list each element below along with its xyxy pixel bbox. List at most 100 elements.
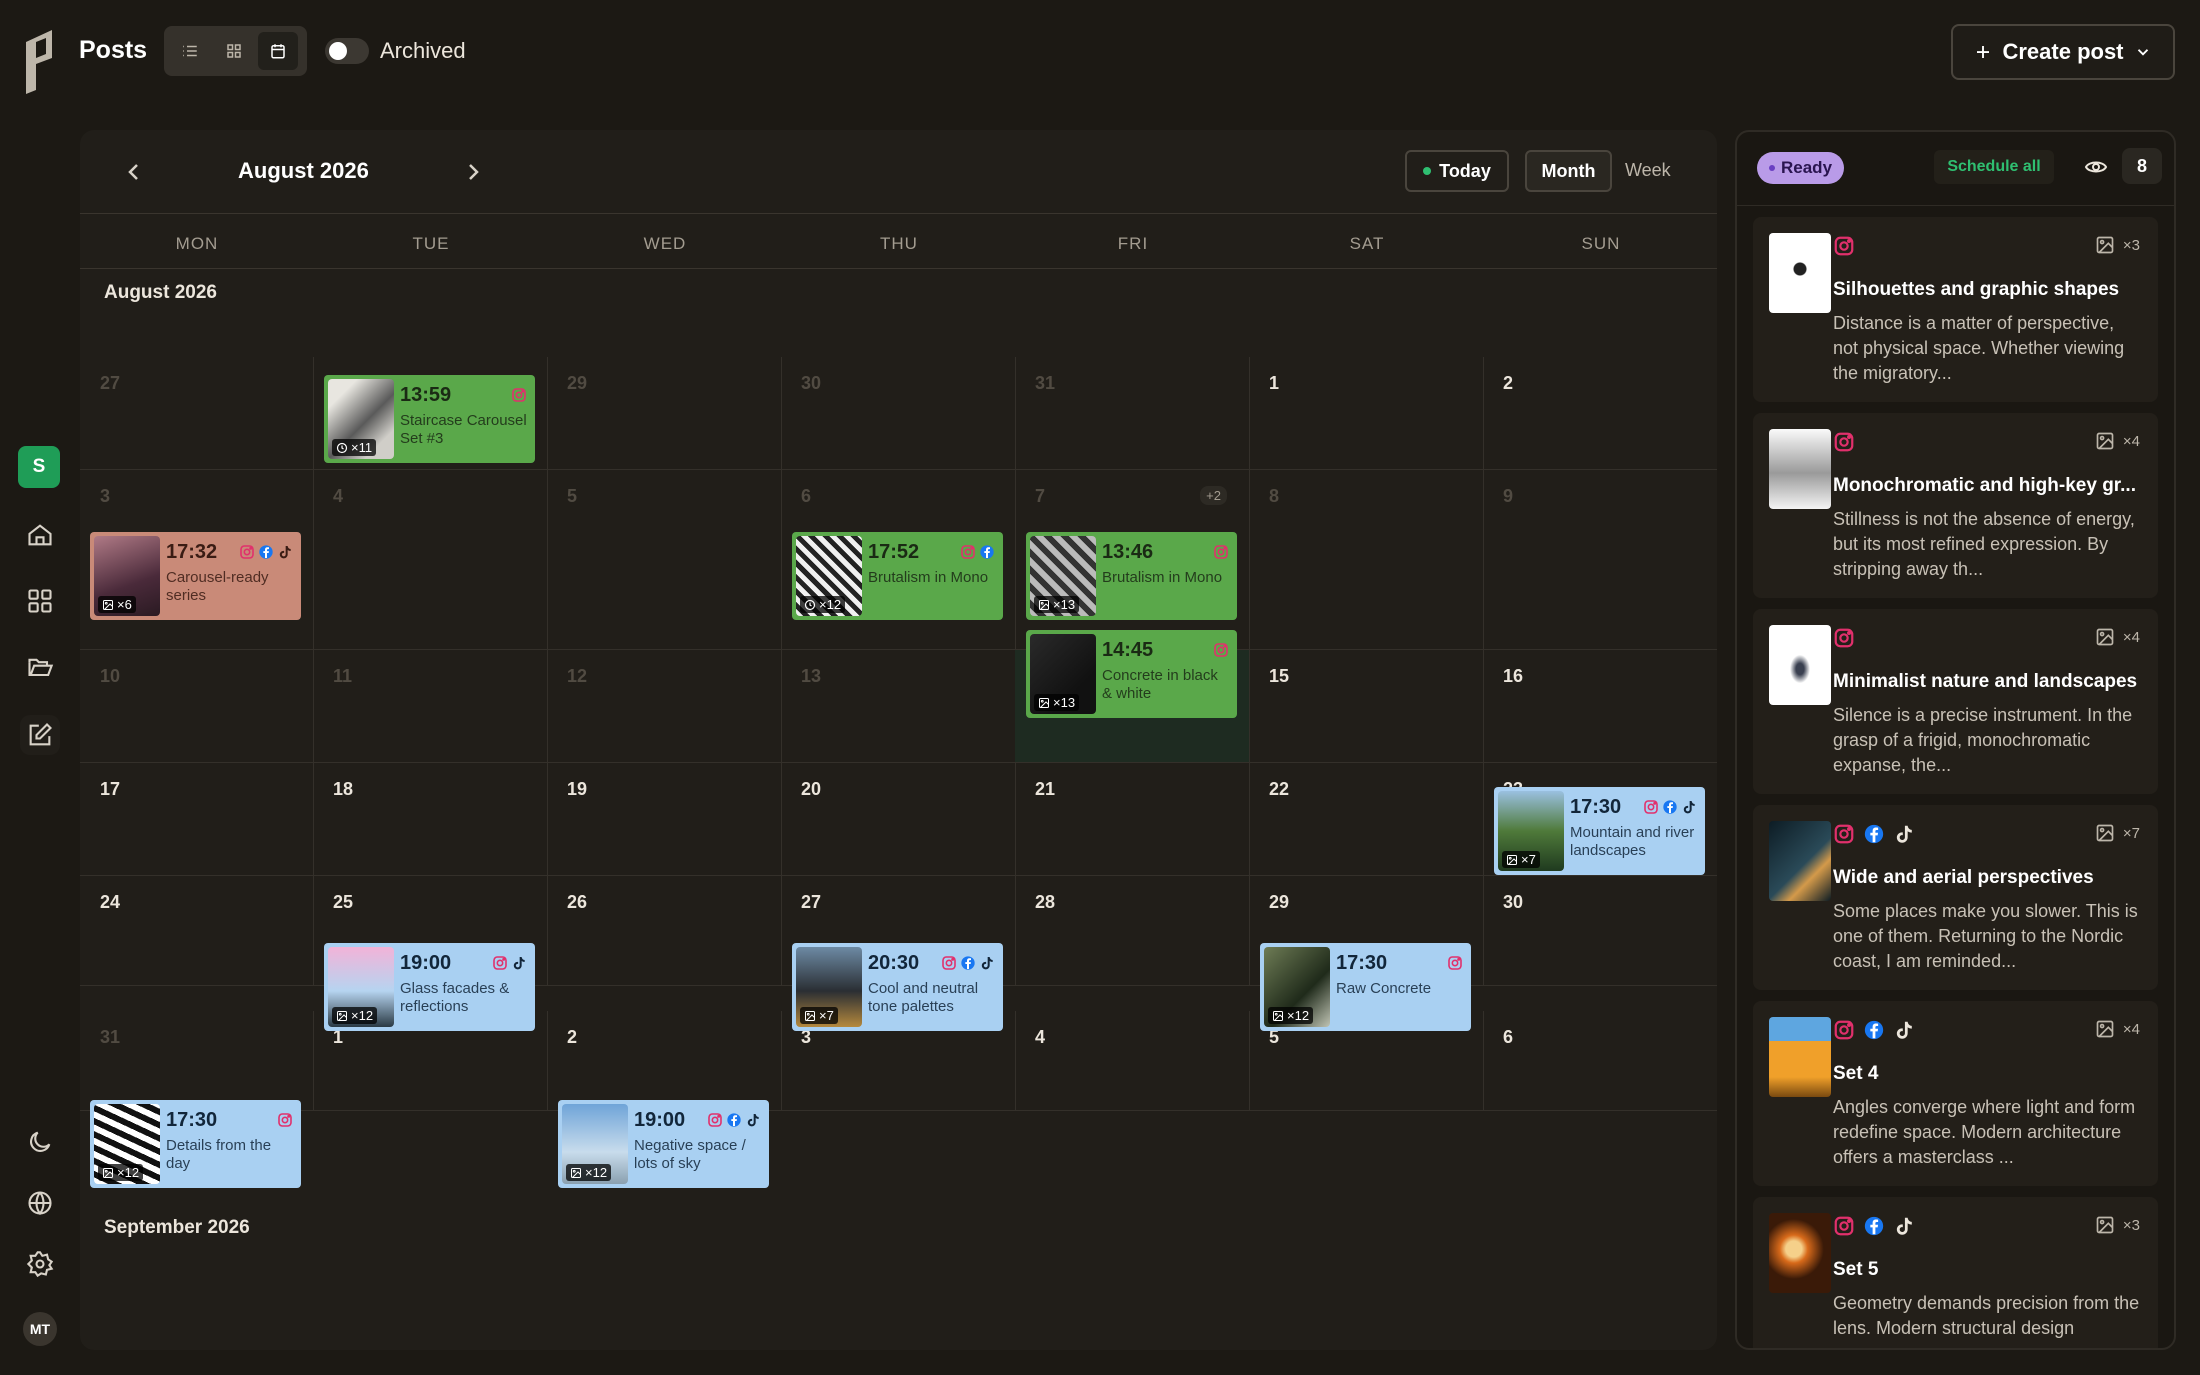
day-cell[interactable]: 20 (781, 763, 1016, 876)
instagram-icon (492, 955, 508, 971)
calendar-event[interactable]: ×12 19:00 Glass facades & reflections (324, 943, 535, 1031)
day-cell[interactable]: 2 (1483, 357, 1717, 470)
day-cell[interactable]: 12 (547, 650, 782, 763)
post-card[interactable]: ×4 Minimalist nature and landscapes Silenc… (1753, 609, 2158, 794)
day-number: 6 (1503, 1027, 1514, 1047)
calendar-event[interactable]: ×11 13:59 Staircase Carousel Set #3 (324, 375, 535, 463)
ready-badge[interactable]: Ready (1757, 152, 1845, 184)
post-card[interactable]: ×7 Wide and aerial perspectives Some place… (1753, 805, 2158, 990)
day-cell[interactable]: 26 (547, 876, 782, 986)
chevron-right-icon[interactable] (461, 160, 485, 184)
compose-icon[interactable] (20, 715, 60, 755)
instagram-icon (941, 955, 957, 971)
post-card[interactable]: ×4 Monochromatic and high-key gr... Stilln… (1753, 413, 2158, 598)
calendar-event[interactable]: ×7 17:30 Mountain and river landscapes (1494, 787, 1705, 875)
calendar-event[interactable]: ×13 13:46 Brutalism in Mono (1026, 532, 1237, 620)
calendar-event[interactable]: ×12 17:52 Brutalism in Mono (792, 532, 1003, 620)
day-cell[interactable]: 13 (781, 650, 1016, 763)
calendar-view-icon[interactable] (258, 32, 298, 70)
day-cell[interactable]: 19 (547, 763, 782, 876)
event-time: 17:52 (868, 541, 920, 563)
day-cell[interactable]: 24 (80, 876, 314, 986)
day-number: 10 (100, 666, 121, 686)
home-icon[interactable] (20, 515, 60, 555)
image-icon (102, 599, 114, 611)
month-section-september: September 2026 (104, 1217, 250, 1238)
globe-icon[interactable] (20, 1183, 60, 1223)
post-media-count-label: ×7 (2122, 824, 2140, 842)
post-title: Silhouettes and graphic shapes (1833, 279, 2120, 300)
image-icon (102, 1167, 114, 1179)
day-cell[interactable]: 30 (1483, 876, 1717, 986)
day-cell[interactable]: 21 (1015, 763, 1250, 876)
workspace-badge[interactable]: S (18, 446, 60, 488)
day-cell[interactable]: 1 (1249, 357, 1484, 470)
day-cell[interactable]: 15 (1249, 650, 1484, 763)
create-post-button[interactable]: Create post (1951, 24, 2175, 80)
day-number: 29 (1269, 892, 1290, 912)
folder-icon[interactable] (20, 648, 60, 688)
weekday-fri: FRI (1117, 234, 1149, 253)
calendar-event[interactable]: ×12 17:30 Details from the day (90, 1100, 301, 1188)
month-view-button[interactable]: Month (1525, 150, 1612, 192)
avatar[interactable]: MT (23, 1312, 57, 1346)
day-cell[interactable]: 28 (1015, 876, 1250, 986)
post-media-count: ×4 (2095, 1019, 2140, 1039)
calendar-event[interactable]: ×6 17:32 Carousel-ready series (90, 532, 301, 620)
day-number: 31 (100, 1027, 121, 1047)
day-cell[interactable]: 11 (313, 650, 548, 763)
day-cell[interactable]: 4 (1015, 1011, 1250, 1111)
calendar-event[interactable]: ×12 17:30 Raw Concrete (1260, 943, 1471, 1031)
calendar-event[interactable]: ×12 19:00 Negative space / lots of sky (558, 1100, 769, 1188)
post-platforms (1833, 627, 1855, 649)
day-cell[interactable]: 4 (313, 470, 548, 650)
event-title: Details from the day (166, 1137, 272, 1172)
tiktok-icon (277, 544, 293, 560)
day-number: 20 (801, 779, 822, 799)
settings-icon[interactable] (20, 1244, 60, 1284)
day-cell[interactable]: 10 (80, 650, 314, 763)
event-title: Negative space / lots of sky (634, 1137, 746, 1172)
today-button[interactable]: Today (1405, 150, 1509, 192)
day-number: 2 (567, 1027, 578, 1047)
post-card[interactable]: ×3 Set 5 Geometry demands precision from t… (1753, 1197, 2158, 1348)
day-cell[interactable]: 17 (80, 763, 314, 876)
day-cell[interactable]: 31 (1015, 357, 1250, 470)
day-cell[interactable]: 29 (547, 357, 782, 470)
day-cell[interactable]: 30 (781, 357, 1016, 470)
day-cell[interactable]: 22 (1249, 763, 1484, 876)
day-cell[interactable]: 5 (547, 470, 782, 650)
archived-toggle[interactable] (325, 38, 369, 64)
list-view-icon[interactable] (170, 32, 210, 70)
day-cell[interactable]: 8 (1249, 470, 1484, 650)
grid-view-icon[interactable] (214, 32, 254, 70)
grid-icon[interactable] (20, 581, 60, 621)
eye-icon[interactable] (2084, 155, 2108, 179)
day-cell[interactable]: 16 (1483, 650, 1717, 763)
schedule-all-button[interactable]: Schedule all (1934, 150, 2054, 184)
day-cell[interactable]: 31 (80, 1011, 314, 1111)
calendar-event[interactable]: ×13 14:45 Concrete in black & white (1026, 630, 1237, 718)
panel-divider (1737, 205, 2174, 206)
instagram-icon (1643, 799, 1659, 815)
chevron-left-icon[interactable] (122, 160, 146, 184)
post-card[interactable]: ×4 Set 4 Angles converge where light and f… (1753, 1001, 2158, 1186)
day-number: 31 (1035, 373, 1056, 393)
more-events-badge[interactable]: +2 (1200, 486, 1227, 505)
day-cell[interactable]: 9 (1483, 470, 1717, 650)
post-card[interactable]: ×3 Silhouettes and graphic shapes Distance… (1753, 217, 2158, 402)
day-cell[interactable]: 6 (1483, 1011, 1717, 1111)
day-cell[interactable]: 2 (547, 1011, 782, 1111)
day-number: 4 (333, 486, 344, 506)
media-count: ×6 (98, 596, 136, 613)
post-platforms (1833, 431, 1855, 453)
event-platforms (707, 1112, 761, 1128)
calendar-event[interactable]: ×7 20:30 Cool and neutral tone palettes (792, 943, 1003, 1031)
media-count: ×13 (1034, 596, 1080, 613)
day-number: 26 (567, 892, 588, 912)
moon-icon[interactable] (20, 1122, 60, 1162)
week-view-button[interactable]: Week (1625, 160, 1671, 181)
day-cell[interactable]: 27 (80, 357, 314, 470)
day-cell[interactable]: 18 (313, 763, 548, 876)
event-title: Mountain and river landscapes (1570, 824, 1695, 859)
